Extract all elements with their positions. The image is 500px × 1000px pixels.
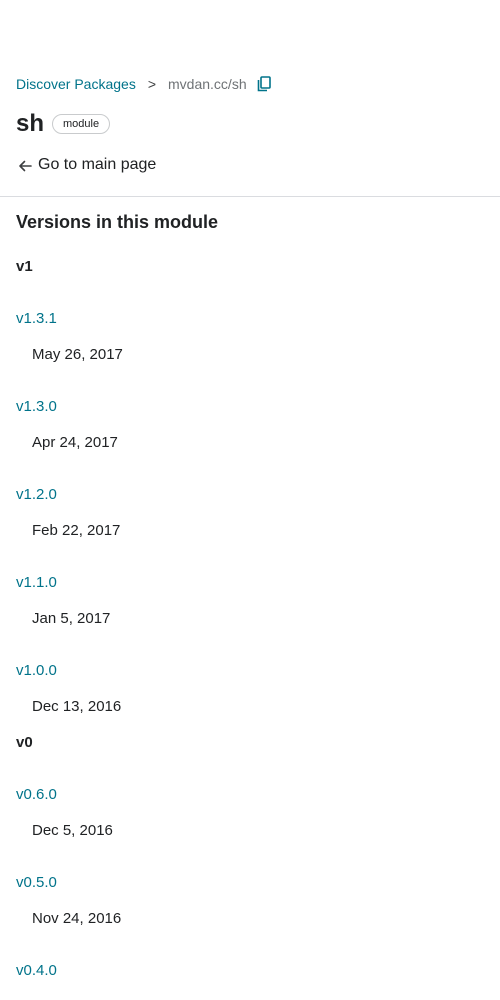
version-date: Feb 22, 2017: [32, 522, 121, 539]
breadcrumb-separator: >: [147, 76, 157, 92]
module-badge: module: [52, 114, 111, 134]
page-title: sh: [16, 110, 45, 137]
version-entry: v0.6.0 Dec 5, 2016: [16, 785, 486, 841]
version-entry: v1.3.0 Apr 24, 2017: [16, 397, 486, 453]
breadcrumb-current-module: mvdan.cc/sh: [168, 76, 247, 92]
divider: [0, 196, 500, 197]
arrow-left-icon: [19, 160, 32, 172]
major-version-label: v0: [16, 734, 33, 751]
version-entry: v0.4.0: [16, 961, 486, 981]
version-date: May 26, 2017: [32, 346, 123, 363]
versions-section: Versions in this module v1 v1.3.1 May 26…: [16, 208, 486, 981]
version-date: Jan 5, 2017: [32, 610, 111, 627]
version-link[interactable]: v1.1.0: [16, 573, 57, 593]
page: Discover Packages > mvdan.cc/sh sh modul…: [0, 0, 500, 1000]
version-link[interactable]: v0.6.0: [16, 785, 57, 805]
copy-icon: [257, 76, 271, 92]
version-date: Dec 5, 2016: [32, 822, 113, 839]
version-date: Nov 24, 2016: [32, 910, 122, 927]
breadcrumb-discover-packages-link[interactable]: Discover Packages: [16, 76, 136, 92]
go-to-main-page-label: Go to main page: [38, 156, 157, 173]
major-version-group: v0 v0.6.0 Dec 5, 2016 v0.5.0 Nov 24, 201…: [16, 733, 486, 981]
version-link[interactable]: v1.3.1: [16, 309, 57, 329]
go-to-main-page-link[interactable]: Go to main page: [18, 155, 156, 175]
version-link[interactable]: v0.4.0: [16, 961, 57, 981]
version-link[interactable]: v1.3.0: [16, 397, 57, 417]
major-version-label: v1: [16, 258, 33, 275]
breadcrumb: Discover Packages > mvdan.cc/sh: [16, 75, 273, 93]
version-date: Apr 24, 2017: [32, 434, 118, 451]
version-entry: v1.2.0 Feb 22, 2017: [16, 485, 486, 541]
versions-section-title: Versions in this module: [16, 212, 219, 232]
title-row: sh module: [16, 108, 111, 140]
version-entry: v1.1.0 Jan 5, 2017: [16, 573, 486, 629]
version-entry: v0.5.0 Nov 24, 2016: [16, 873, 486, 929]
version-entry: v1.3.1 May 26, 2017: [16, 309, 486, 365]
version-link[interactable]: v1.0.0: [16, 661, 57, 681]
version-link[interactable]: v0.5.0: [16, 873, 57, 893]
version-link[interactable]: v1.2.0: [16, 485, 57, 505]
copy-path-button[interactable]: [255, 75, 273, 93]
major-version-group: v1 v1.3.1 May 26, 2017 v1.3.0 Apr 24, 20…: [16, 257, 486, 717]
version-entry: v1.0.0 Dec 13, 2016: [16, 661, 486, 717]
version-date: Dec 13, 2016: [32, 698, 122, 715]
